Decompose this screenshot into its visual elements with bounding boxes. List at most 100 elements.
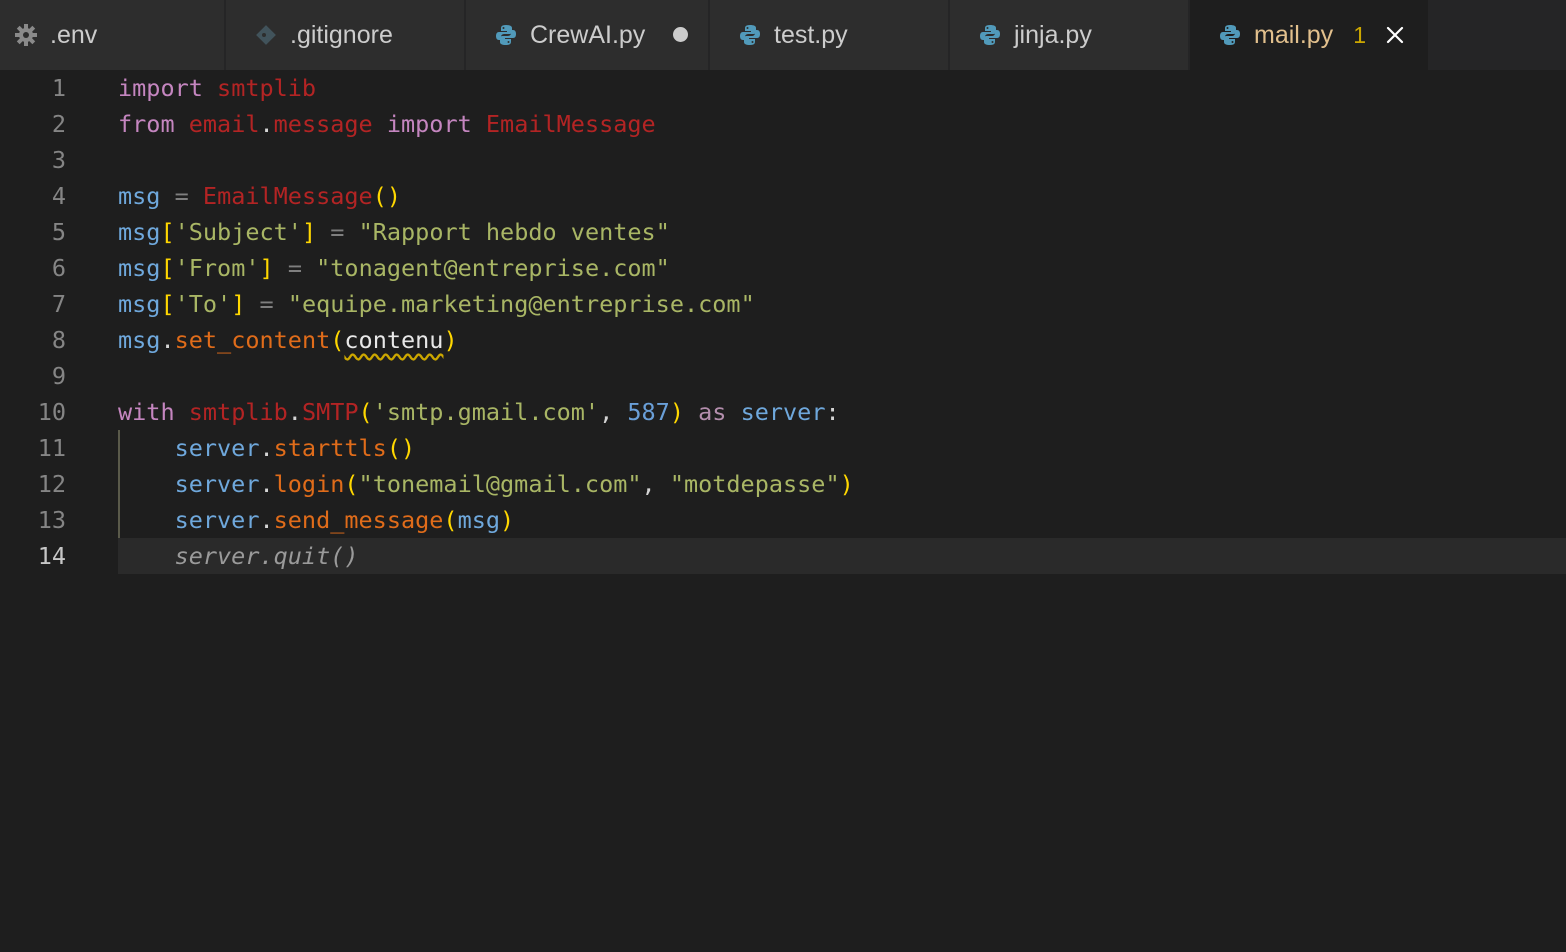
line-number: 4 — [51, 182, 66, 210]
code-token: msg — [118, 254, 161, 282]
problems-count-badge: 1 — [1353, 21, 1366, 48]
tab-label: test.py — [774, 20, 848, 49]
code-token: = — [287, 254, 302, 282]
code-token: smtplib — [217, 74, 317, 102]
tab-label: .gitignore — [290, 20, 393, 49]
code-token: 'smtp.gmail.com' — [372, 398, 600, 426]
tab-crewai[interactable]: CrewAI.py — [466, 0, 710, 70]
git-icon — [254, 23, 278, 47]
code-token: [ — [160, 290, 175, 318]
code-token: "Rapport hebdo ventes" — [358, 218, 670, 246]
code-token: msg — [457, 506, 501, 534]
code-line[interactable]: 4 msg = EmailMessage() — [0, 178, 1566, 214]
tab-env[interactable]: .env — [0, 0, 226, 70]
code-token: ( — [344, 470, 359, 498]
code-token: . — [259, 434, 274, 462]
line-number: 6 — [51, 254, 66, 282]
warning-squiggle[interactable]: contenu — [344, 326, 443, 354]
code-line[interactable]: 13 server.send_message(msg) — [0, 502, 1566, 538]
code-line[interactable]: 11 server.starttls() — [0, 430, 1566, 466]
line-number: 10 — [37, 398, 66, 426]
line-number: 1 — [51, 74, 66, 102]
code-token: () — [386, 434, 416, 462]
python-icon — [494, 23, 518, 47]
code-line-current[interactable]: 14 server.quit() — [0, 538, 1566, 574]
tab-label: mail.py — [1254, 20, 1334, 49]
code-line[interactable]: 10 with smtplib.SMTP('smtp.gmail.com', 5… — [0, 394, 1566, 430]
code-token: import — [118, 74, 203, 102]
code-token: SMTP — [301, 398, 359, 426]
code-token: msg — [118, 182, 161, 210]
line-number: 2 — [51, 110, 66, 138]
python-icon — [978, 23, 1002, 47]
code-line[interactable]: 6 msg['From'] = "tonagent@entreprise.com… — [0, 250, 1566, 286]
python-icon — [1218, 23, 1242, 47]
tab-label: CrewAI.py — [530, 20, 646, 49]
code-token: ] — [301, 218, 317, 246]
tab-gitignore[interactable]: .gitignore — [226, 0, 466, 70]
code-line[interactable]: 5 msg['Subject'] = "Rapport hebdo ventes… — [0, 214, 1566, 250]
line-number: 14 — [37, 542, 66, 570]
code-token: = — [259, 290, 274, 318]
code-line[interactable]: 7 msg['To'] = "equipe.marketing@entrepri… — [0, 286, 1566, 322]
code-token: 'To' — [174, 290, 232, 318]
code-token: . — [259, 470, 274, 498]
tab-mail[interactable]: mail.py 1 — [1190, 0, 1430, 70]
close-icon[interactable] — [1384, 24, 1406, 46]
code-token: ( — [358, 398, 373, 426]
tab-test[interactable]: test.py — [710, 0, 950, 70]
code-token: server — [740, 398, 826, 426]
code-token: import — [386, 110, 472, 138]
code-token: smtplib — [188, 398, 288, 426]
line-number: 7 — [51, 290, 66, 318]
code-token: server — [174, 470, 260, 498]
code-line[interactable]: 12 server.login("tonemail@gmail.com", "m… — [0, 466, 1566, 502]
code-editor[interactable]: 1 import smtplib 2 from email.message im… — [0, 70, 1566, 952]
code-token: [ — [160, 254, 175, 282]
code-line[interactable]: 3 — [0, 142, 1566, 178]
code-token: 'From' — [174, 254, 260, 282]
tab-bar: .env .gitignore CrewAI.py test.py jinja.… — [0, 0, 1566, 70]
code-token: ) — [669, 398, 684, 426]
code-token: send_message — [273, 506, 444, 534]
code-token: EmailMessage — [202, 182, 373, 210]
code-line[interactable]: 1 import smtplib — [0, 70, 1566, 106]
code-token: starttls — [273, 434, 387, 462]
code-token: . — [160, 326, 175, 354]
code-token: "tonemail@gmail.com" — [358, 470, 642, 498]
code-token: ) — [500, 506, 515, 534]
code-token: EmailMessage — [485, 110, 656, 138]
code-token: as — [698, 398, 727, 426]
code-line[interactable]: 2 from email.message import EmailMessage — [0, 106, 1566, 142]
code-token: server — [174, 506, 260, 534]
code-token: ] — [231, 290, 246, 318]
code-token: : — [825, 398, 840, 426]
code-token: () — [372, 182, 401, 210]
code-token: msg — [118, 218, 161, 246]
tab-label: jinja.py — [1014, 20, 1092, 49]
code-line[interactable]: 8 msg.set_content(contenu) — [0, 322, 1566, 358]
code-token: [ — [160, 218, 175, 246]
python-icon — [738, 23, 762, 47]
code-token: login — [273, 470, 345, 498]
code-line[interactable]: 9 — [0, 358, 1566, 394]
code-token: ( — [330, 326, 345, 354]
unsaved-dot-icon[interactable] — [673, 27, 688, 42]
tab-jinja[interactable]: jinja.py — [950, 0, 1190, 70]
code-token: msg — [118, 290, 161, 318]
